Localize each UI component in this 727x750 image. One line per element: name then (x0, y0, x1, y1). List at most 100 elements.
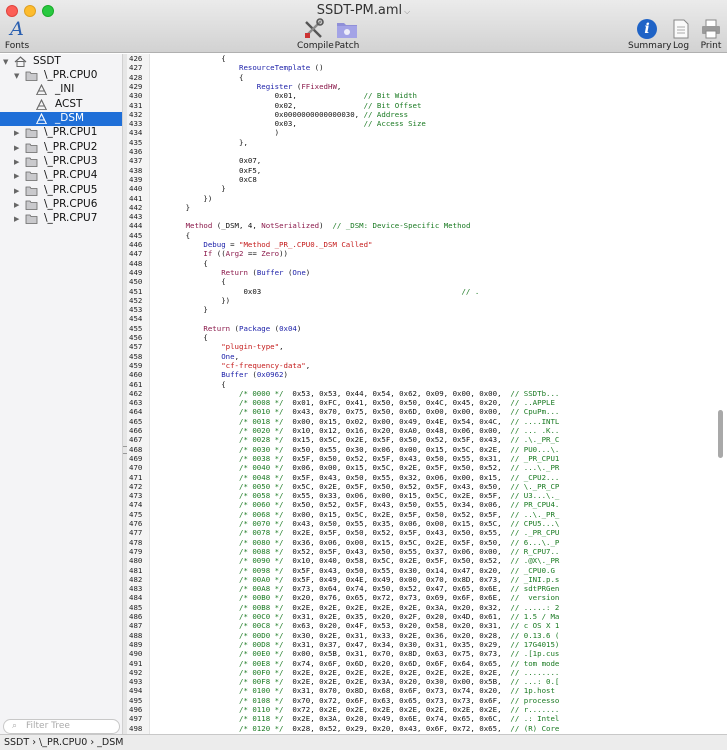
tree-item[interactable]: ▶ \_PR.CPU3 (0, 155, 122, 169)
tree-item[interactable]: ▼ \_PR.CPU0 (0, 69, 122, 83)
code-line[interactable]: 431 0x02, // Bit Offset (127, 101, 717, 110)
code-line[interactable]: 426 { (127, 54, 717, 63)
code-line[interactable]: 433 0x03, // Access Size (127, 119, 717, 128)
code-line[interactable]: 489 /* 00D8 */ 0x31, 0x37, 0x47, 0x34, 0… (127, 640, 717, 649)
code-line[interactable]: 444 Method (_DSM, 4, NotSerialized) // _… (127, 221, 717, 230)
code-line[interactable]: 455 Return (Package (0x04) (127, 324, 717, 333)
code-line[interactable]: 428 { (127, 73, 717, 82)
code-line[interactable]: 429 Register (FFixedHW, (127, 82, 717, 91)
code-line[interactable]: 468 /* 0030 */ 0x50, 0x55, 0x30, 0x06, 0… (127, 445, 717, 454)
code-line[interactable]: 440 } (127, 184, 717, 193)
compile-button[interactable]: Compile (297, 18, 334, 51)
code-line[interactable]: 443 (127, 212, 717, 221)
code-line[interactable]: 473 /* 0058 */ 0x55, 0x33, 0x06, 0x00, 0… (127, 491, 717, 500)
disclosure-open-icon[interactable]: ▼ (14, 72, 19, 80)
code-line[interactable]: 474 /* 0060 */ 0x50, 0x52, 0x5F, 0x43, 0… (127, 500, 717, 509)
code-line[interactable]: 462 /* 0000 */ 0x53, 0x53, 0x44, 0x54, 0… (127, 389, 717, 398)
code-line[interactable]: 484 /* 00B0 */ 0x20, 0x76, 0x65, 0x72, 0… (127, 593, 717, 602)
code-line[interactable]: 490 /* 00E0 */ 0x00, 0x5B, 0x31, 0x70, 0… (127, 649, 717, 658)
code-line[interactable]: 463 /* 0008 */ 0x01, 0xFC, 0x41, 0x50, 0… (127, 398, 717, 407)
code-line[interactable]: 483 /* 00A8 */ 0x73, 0x64, 0x74, 0x50, 0… (127, 584, 717, 593)
tree-item[interactable]: ▶ \_PR.CPU7 (0, 212, 122, 226)
code-line[interactable]: 464 /* 0010 */ 0x43, 0x70, 0x75, 0x50, 0… (127, 407, 717, 416)
code-line[interactable]: 475 /* 0068 */ 0x00, 0x15, 0x5C, 0x2E, 0… (127, 510, 717, 519)
code-line[interactable]: 435 }, (127, 138, 717, 147)
tree-item[interactable]: ▶ \_PR.CPU1 (0, 126, 122, 140)
disclosure-closed-icon[interactable]: ▶ (14, 129, 19, 137)
disclosure-closed-icon[interactable]: ▶ (14, 215, 19, 223)
code-line[interactable]: 477 /* 0078 */ 0x2E, 0x5F, 0x50, 0x52, 0… (127, 528, 717, 537)
tree-item[interactable]: ▼ SSDT (0, 55, 122, 69)
code-line[interactable]: 430 0x01, // Bit Width (127, 91, 717, 100)
code-line[interactable]: 493 /* 00F8 */ 0x2E, 0x2E, 0x2E, 0x3A, 0… (127, 677, 717, 686)
code-line[interactable]: 436 (127, 147, 717, 156)
code-line[interactable]: 498 /* 0120 */ 0x28, 0x52, 0x29, 0x20, 0… (127, 724, 717, 733)
code-line[interactable]: 427 ResourceTemplate () (127, 63, 717, 72)
code-line[interactable]: 488 /* 00D0 */ 0x30, 0x2E, 0x31, 0x33, 0… (127, 631, 717, 640)
code-line[interactable]: 467 /* 0028 */ 0x15, 0x5C, 0x2E, 0x5F, 0… (127, 435, 717, 444)
code-line[interactable]: 497 /* 0118 */ 0x2E, 0x3A, 0x20, 0x49, 0… (127, 714, 717, 723)
patch-button[interactable]: Patch (332, 18, 362, 51)
code-line[interactable]: 478 /* 0080 */ 0x36, 0x06, 0x00, 0x15, 0… (127, 538, 717, 547)
code-line[interactable]: 460 Buffer (0x0962) (127, 370, 717, 379)
code-line[interactable]: 487 /* 00C8 */ 0x63, 0x20, 0x4F, 0x53, 0… (127, 621, 717, 630)
code-line[interactable]: 479 /* 0088 */ 0x52, 0x5F, 0x43, 0x50, 0… (127, 547, 717, 556)
code-line[interactable]: 485 /* 00B8 */ 0x2E, 0x2E, 0x2E, 0x2E, 0… (127, 603, 717, 612)
tree-item[interactable]: _INI (0, 83, 122, 97)
disclosure-closed-icon[interactable]: ▶ (14, 158, 19, 166)
fonts-button[interactable]: A Fonts (3, 18, 31, 51)
code-line[interactable]: 466 /* 0020 */ 0x10, 0x12, 0x16, 0x20, 0… (127, 426, 717, 435)
code-line[interactable]: 470 /* 0040 */ 0x06, 0x00, 0x15, 0x5C, 0… (127, 463, 717, 472)
code-line[interactable]: 454 (127, 314, 717, 323)
code-line[interactable]: 445 { (127, 231, 717, 240)
code-line[interactable]: 446 Debug = "Method _PR_.CPU0._DSM Calle… (127, 240, 717, 249)
code-line[interactable]: 495 /* 0108 */ 0x70, 0x72, 0x6F, 0x63, 0… (127, 696, 717, 705)
code-line[interactable]: 456 { (127, 333, 717, 342)
code-line[interactable]: 481 /* 0098 */ 0x5F, 0x43, 0x50, 0x55, 0… (127, 566, 717, 575)
code-line[interactable]: 450 { (127, 277, 717, 286)
code-line[interactable]: 448 { (127, 259, 717, 268)
log-button[interactable]: Log (670, 18, 692, 51)
code-line[interactable]: 447 If ((Arg2 == Zero)) (127, 249, 717, 258)
code-line[interactable]: 439 0xC8 (127, 175, 717, 184)
code-line[interactable]: 486 /* 00C0 */ 0x31, 0x2E, 0x35, 0x20, 0… (127, 612, 717, 621)
code-line[interactable]: 496 /* 0110 */ 0x72, 0x2E, 0x2E, 0x2E, 0… (127, 705, 717, 714)
disclosure-closed-icon[interactable]: ▶ (14, 144, 19, 152)
vertical-scrollbar-thumb[interactable] (718, 410, 723, 458)
code-line[interactable]: 451 0x03 // . (127, 287, 717, 296)
code-line[interactable]: 459 "cf-frequency-data", (127, 361, 717, 370)
title-chevron-icon[interactable]: ⌵ (404, 7, 410, 16)
code-line[interactable]: 437 0x07, (127, 156, 717, 165)
code-line[interactable]: 441 }) (127, 194, 717, 203)
code-line[interactable]: 452 }) (127, 296, 717, 305)
code-line[interactable]: 434 ) (127, 128, 717, 137)
code-line[interactable]: 472 /* 0050 */ 0x5C, 0x2E, 0x5F, 0x50, 0… (127, 482, 717, 491)
print-button[interactable]: Print (698, 18, 724, 51)
code-line[interactable]: 442 } (127, 203, 717, 212)
code-line[interactable]: 449 Return (Buffer (One) (127, 268, 717, 277)
code-line[interactable]: 476 /* 0070 */ 0x43, 0x50, 0x55, 0x35, 0… (127, 519, 717, 528)
code-line[interactable]: 480 /* 0090 */ 0x10, 0x40, 0x58, 0x5C, 0… (127, 556, 717, 565)
code-line[interactable]: 471 /* 0048 */ 0x5F, 0x43, 0x50, 0x55, 0… (127, 473, 717, 482)
code-line[interactable]: 453 } (127, 305, 717, 314)
disclosure-closed-icon[interactable]: ▶ (14, 187, 19, 195)
disclosure-open-icon[interactable]: ▼ (3, 58, 8, 66)
tree-item[interactable]: ACST (0, 98, 122, 112)
disclosure-closed-icon[interactable]: ▶ (14, 172, 19, 180)
code-line[interactable]: 465 /* 0018 */ 0x00, 0x15, 0x02, 0x00, 0… (127, 417, 717, 426)
code-editor[interactable]: 426 {427 ResourceTemplate () 428 {429 Reg… (127, 54, 727, 734)
tree-item[interactable]: ▶ \_PR.CPU2 (0, 141, 122, 155)
code-line[interactable]: 491 /* 00E8 */ 0x74, 0x6F, 0x6D, 0x20, 0… (127, 659, 717, 668)
tree-item[interactable]: ▶ \_PR.CPU5 (0, 184, 122, 198)
filter-tree-field[interactable]: ⌕ Filter Tree (3, 719, 120, 734)
code-line[interactable]: 469 /* 0038 */ 0x5F, 0x50, 0x52, 0x5F, 0… (127, 454, 717, 463)
code-line[interactable]: 492 /* 00F0 */ 0x2E, 0x2E, 0x2E, 0x2E, 0… (127, 668, 717, 677)
summary-button[interactable]: i Summary (628, 18, 672, 51)
code-line[interactable]: 461 { (127, 380, 717, 389)
tree-item[interactable]: _DSM (0, 111, 122, 126)
code-line[interactable]: 458 One, (127, 352, 717, 361)
code-line[interactable]: 432 0x0000000000000030, // Address (127, 110, 717, 119)
disclosure-closed-icon[interactable]: ▶ (14, 201, 19, 209)
code-line[interactable]: 438 0xF5, (127, 166, 717, 175)
code-line[interactable]: 482 /* 00A0 */ 0x5F, 0x49, 0x4E, 0x49, 0… (127, 575, 717, 584)
